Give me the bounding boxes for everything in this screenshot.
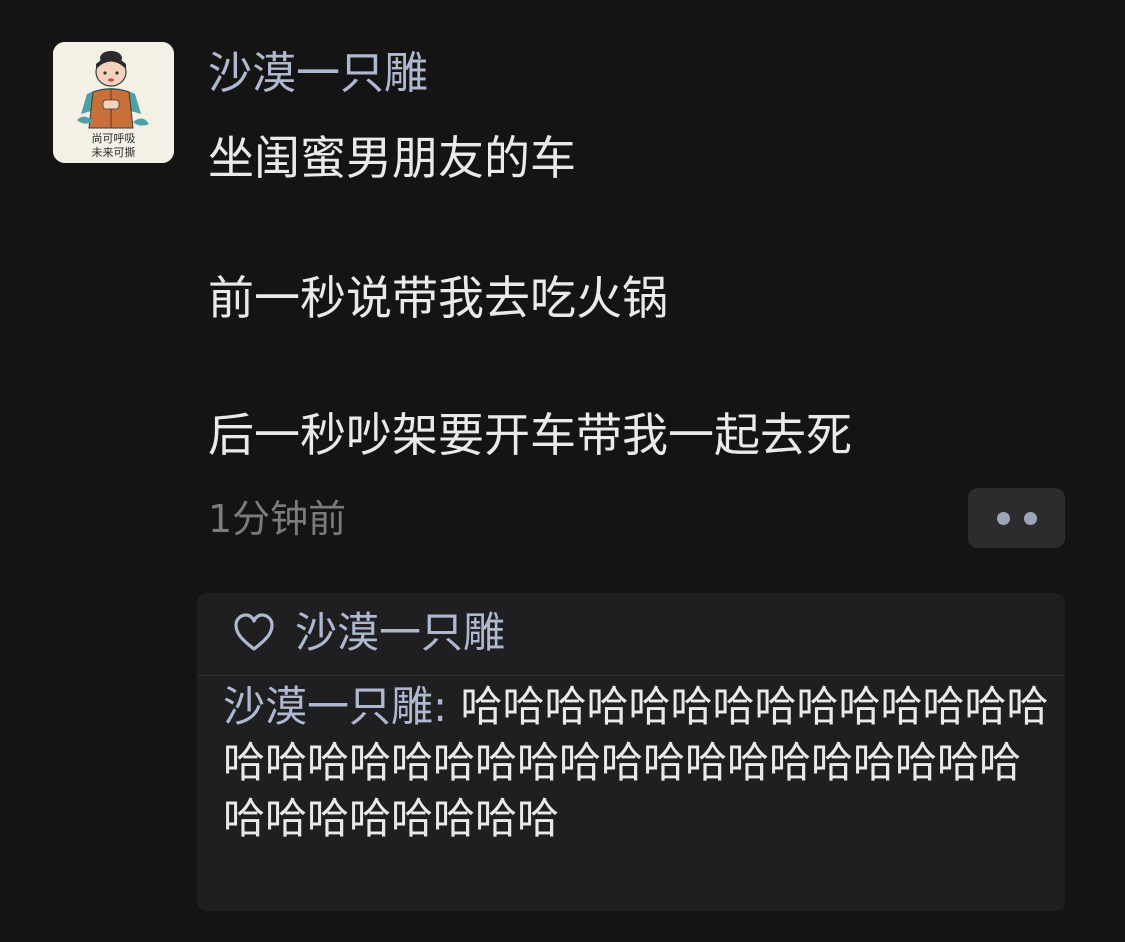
post-timestamp: 1分钟前	[208, 497, 347, 541]
like-row: 沙漠一只雕	[197, 593, 1065, 676]
post-username[interactable]: 沙漠一只雕	[208, 44, 428, 104]
comment-panel: 沙漠一只雕 沙漠一只雕: 哈哈哈哈哈哈哈哈哈哈哈哈哈哈哈哈哈哈哈哈哈哈哈哈哈哈哈…	[197, 593, 1065, 911]
more-options-button[interactable]	[968, 488, 1065, 548]
comment-separator: :	[433, 682, 461, 731]
heart-icon	[234, 613, 274, 651]
post-text-line: 坐闺蜜男朋友的车	[208, 131, 576, 185]
avatar[interactable]: 尚可呼吸 未来可撕	[53, 42, 174, 163]
post-text-line: 后一秒吵架要开车带我一起去死	[208, 408, 852, 462]
avatar-caption: 尚可呼吸 未来可撕	[53, 132, 174, 160]
liked-by-name[interactable]: 沙漠一只雕	[295, 603, 505, 663]
comment-item[interactable]: 沙漠一只雕: 哈哈哈哈哈哈哈哈哈哈哈哈哈哈哈哈哈哈哈哈哈哈哈哈哈哈哈哈哈哈哈哈哈…	[223, 679, 1053, 847]
post-text-line: 前一秒说带我去吃火锅	[208, 271, 668, 325]
avatar-caption-line: 未来可撕	[91, 146, 136, 159]
more-dots-icon	[996, 511, 1010, 525]
more-dots-icon	[1023, 511, 1037, 525]
avatar-caption-line: 尚可呼吸	[91, 132, 136, 145]
comment-author[interactable]: 沙漠一只雕	[223, 682, 433, 731]
